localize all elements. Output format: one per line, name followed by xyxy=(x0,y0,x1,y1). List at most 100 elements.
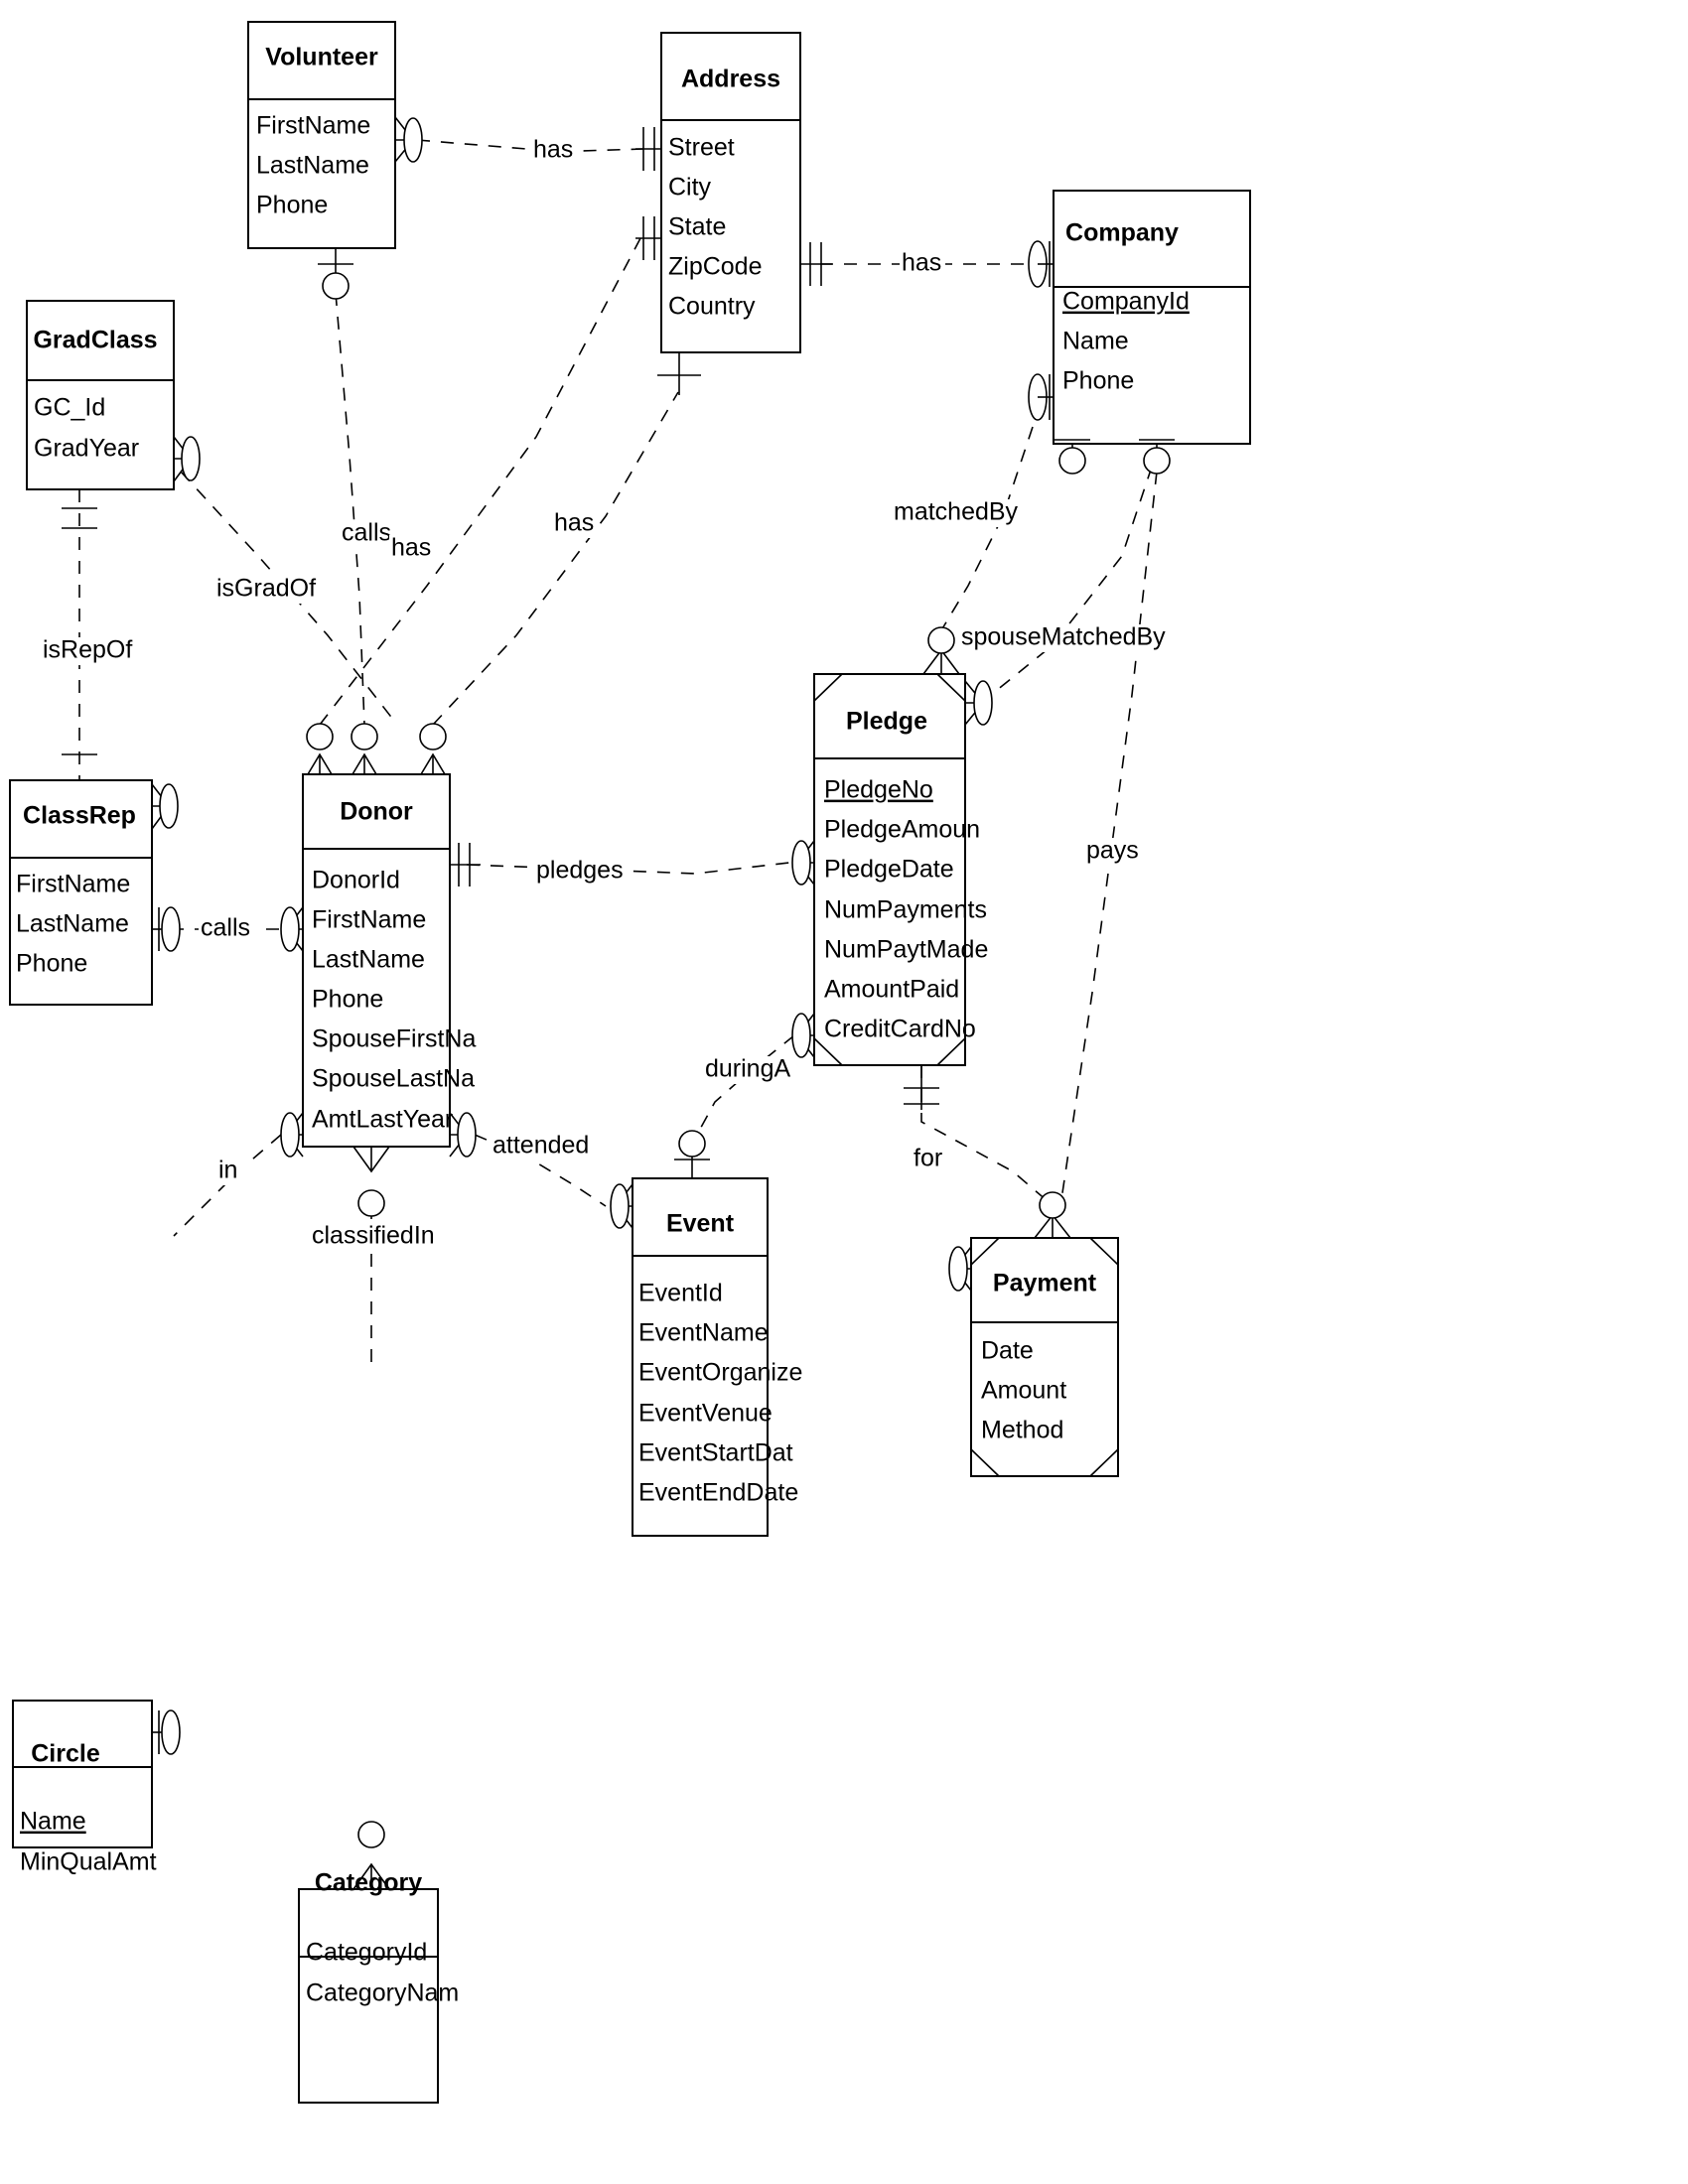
attribute-donor-2: LastName xyxy=(312,946,425,974)
attribute-payment-1: Amount xyxy=(981,1377,1066,1405)
rel-label-has-donor-address-2: has xyxy=(554,509,594,537)
marker-donor-top-1 xyxy=(306,723,334,775)
marker-payment-left-pays xyxy=(948,1246,972,1292)
attribute-pledge-2: PledgeDate xyxy=(824,856,954,884)
marker-pledge-bottom-for xyxy=(904,1065,939,1110)
attribute-pledge-1: PledgeAmoun xyxy=(824,816,980,844)
entity-address[interactable]: Address Street City State ZipCode Countr… xyxy=(660,32,801,353)
attribute-volunteer-2: Phone xyxy=(256,192,328,219)
entity-donor[interactable]: Donor DonorId FirstName LastName Phone S… xyxy=(302,773,476,1148)
rel-label-in: in xyxy=(218,1157,237,1184)
attribute-company-0: CompanyId xyxy=(1062,288,1190,316)
rel-label-matchedby: matchedBy xyxy=(894,498,1019,526)
attribute-category-0: CategoryId xyxy=(306,1939,427,1967)
attribute-circle-1: MinQualAmt xyxy=(20,1848,157,1876)
attribute-company-1: Name xyxy=(1062,328,1129,355)
attribute-address-0: Street xyxy=(668,134,735,162)
entity-category[interactable]: Category CategoryId CategoryNam xyxy=(298,1869,459,2104)
entity-volunteer[interactable]: Volunteer FirstName LastName Phone xyxy=(247,21,396,249)
marker-classrep-right-upper xyxy=(151,783,179,830)
entity-company[interactable]: Company CompanyId Name Phone xyxy=(1053,190,1251,445)
entity-classrep[interactable]: ClassRep FirstName LastName Phone xyxy=(9,779,153,1006)
attribute-donor-4: SpouseFirstNa xyxy=(312,1025,476,1053)
line-pledge-payment-for xyxy=(920,1065,1049,1202)
rel-label-attended: attended xyxy=(492,1132,589,1160)
attribute-category-1: CategoryNam xyxy=(306,1979,459,2007)
entity-title-donor: Donor xyxy=(340,798,413,826)
entity-title-gradclass: GradClass xyxy=(33,327,157,354)
attribute-pledge-5: AmountPaid xyxy=(824,976,959,1004)
line-pledge-company-matchedby xyxy=(940,426,1034,631)
relationship-labels: has has calls has has isGradOf isRepOf c… xyxy=(41,136,1166,1251)
entity-circle[interactable]: Circle Name MinQualAmt xyxy=(12,1700,157,1876)
marker-circle-right-in xyxy=(152,1709,181,1755)
marker-payment-top-for xyxy=(1034,1191,1071,1239)
attribute-donor-3: Phone xyxy=(312,986,383,1014)
marker-pledge-right-spousematchedby xyxy=(964,680,993,726)
marker-address-bottom-one xyxy=(657,352,701,395)
marker-donor-bottom-classifiedin xyxy=(352,1146,390,1217)
marker-address-street-one xyxy=(635,127,661,171)
entity-event[interactable]: Event EventId EventName EventOrganize Ev… xyxy=(632,1177,802,1537)
marker-donor-bottom-left-in xyxy=(280,1112,304,1158)
marker-pledge-left-duringa xyxy=(791,1013,815,1058)
marker-company-left-lower xyxy=(1028,373,1054,421)
line-donor-address-has-1 xyxy=(319,237,641,726)
attribute-donor-6: AmtLastYear xyxy=(312,1106,453,1134)
attribute-donor-0: DonorId xyxy=(312,867,400,894)
marker-donor-top-2 xyxy=(351,723,378,775)
attribute-address-4: Country xyxy=(668,293,756,321)
attribute-donor-5: SpouseLastNa xyxy=(312,1065,475,1093)
attribute-address-2: State xyxy=(668,213,726,241)
attribute-donor-1: FirstName xyxy=(312,906,426,934)
marker-gradclass-right xyxy=(173,436,201,482)
rel-label-has-address-company: has xyxy=(902,249,941,277)
attribute-pledge-3: NumPayments xyxy=(824,896,987,924)
attribute-volunteer-1: LastName xyxy=(256,152,369,180)
rel-label-calls-volunteer-donor: calls xyxy=(342,519,391,547)
line-pledge-event-duringa xyxy=(691,1034,795,1145)
entity-title-company: Company xyxy=(1065,219,1179,247)
marker-address-state-one xyxy=(635,216,661,260)
marker-volunteer-has xyxy=(394,116,423,163)
marker-company-bottom-right xyxy=(1139,439,1175,475)
marker-company-bottom-left xyxy=(1055,439,1090,475)
attribute-event-3: EventVenue xyxy=(638,1400,773,1428)
cardinality-markers xyxy=(62,116,1175,1890)
rel-label-calls-classrep-donor: calls xyxy=(201,914,250,942)
line-volunteer-donor-calls xyxy=(335,292,365,726)
attribute-payment-2: Method xyxy=(981,1417,1063,1444)
attribute-event-0: EventId xyxy=(638,1280,723,1307)
attribute-event-1: EventName xyxy=(638,1319,769,1347)
entity-title-volunteer: Volunteer xyxy=(265,44,378,71)
marker-donor-top-3 xyxy=(419,723,447,775)
rel-label-pledges: pledges xyxy=(536,857,624,885)
attribute-classrep-0: FirstName xyxy=(16,871,130,898)
entity-payment[interactable]: Payment Date Amount Method xyxy=(970,1237,1119,1477)
attribute-pledge-0: PledgeNo xyxy=(824,776,933,804)
entity-title-circle: Circle xyxy=(31,1740,100,1768)
attribute-volunteer-0: FirstName xyxy=(256,112,370,140)
er-diagram-svg: Volunteer FirstName LastName Phone Addre… xyxy=(9,21,1251,2104)
marker-donor-right-pledges xyxy=(450,843,481,887)
entity-pledge[interactable]: Pledge PledgeNo PledgeAmoun PledgeDate N… xyxy=(813,673,988,1066)
entity-gradclass[interactable]: GradClass GC_Id GradYear xyxy=(26,300,175,490)
attribute-classrep-2: Phone xyxy=(16,950,87,978)
rel-label-for: for xyxy=(914,1145,942,1172)
marker-classrep-right-lower xyxy=(152,906,181,952)
marker-donor-left-calls xyxy=(280,906,304,952)
marker-pledge-left-pledges xyxy=(791,840,815,886)
rel-label-has-donor-address-1: has xyxy=(391,534,431,562)
marker-event-left-attended xyxy=(610,1183,633,1229)
attribute-classrep-1: LastName xyxy=(16,910,129,938)
attribute-gradclass-1: GradYear xyxy=(34,435,139,463)
entity-title-payment: Payment xyxy=(993,1270,1097,1297)
entity-title-event: Event xyxy=(666,1210,735,1238)
line-volunteer-address-has xyxy=(416,139,644,152)
line-donor-address-has-2 xyxy=(432,391,679,726)
rel-label-has-volunteer-address: has xyxy=(533,136,573,164)
marker-company-left-upper xyxy=(1028,240,1054,288)
attribute-pledge-4: NumPaytMade xyxy=(824,936,988,964)
attribute-address-1: City xyxy=(668,174,712,202)
rel-label-duringa: duringA xyxy=(705,1055,790,1083)
